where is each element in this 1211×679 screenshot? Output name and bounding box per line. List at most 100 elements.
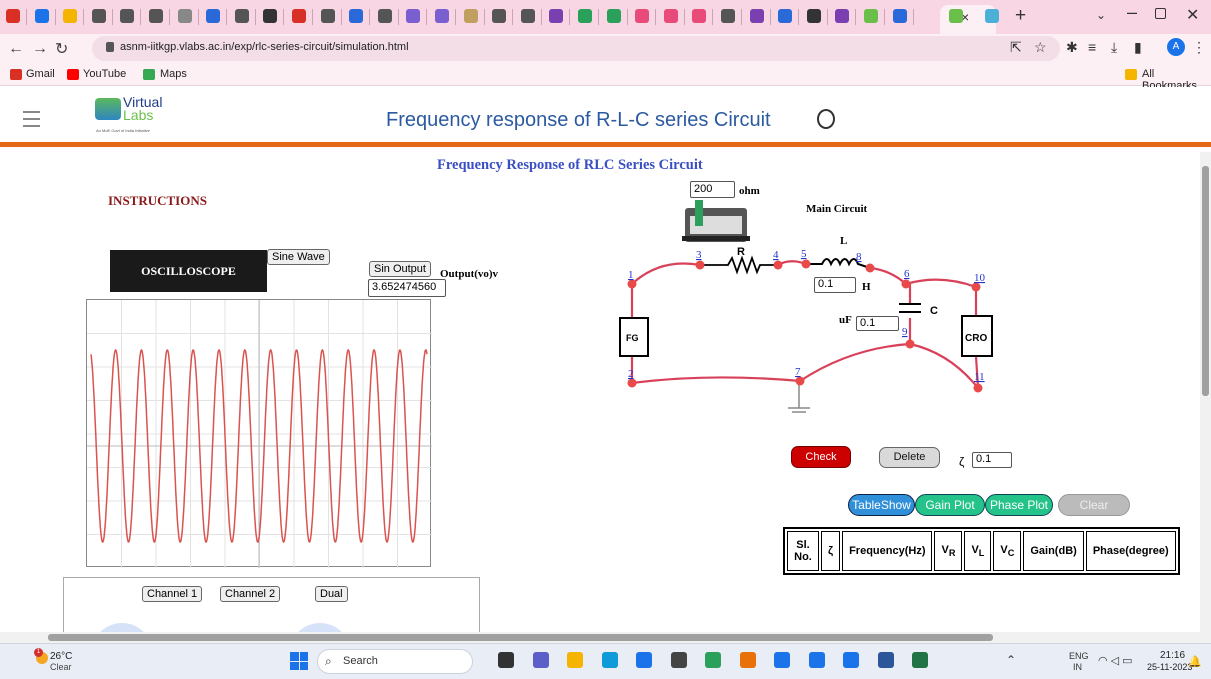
taskbar-app-icon[interactable]	[705, 652, 721, 668]
tab-favicon-icon[interactable]	[635, 9, 650, 23]
maximize-icon[interactable]	[1155, 8, 1166, 19]
sin-output-button[interactable]: Sin Output	[369, 261, 431, 277]
horizontal-scrollbar-thumb[interactable]	[48, 634, 993, 641]
weather-condition[interactable]: Clear	[50, 662, 72, 672]
language-region[interactable]: IN	[1073, 662, 1082, 672]
taskbar-app-icon[interactable]	[843, 652, 859, 668]
delete-button[interactable]: Delete	[879, 447, 940, 468]
taskbar-app-icon[interactable]	[601, 652, 618, 668]
tab-favicon-icon[interactable]	[806, 9, 821, 23]
taskbar-app-icon[interactable]	[670, 652, 687, 668]
extensions-icon[interactable]: ✱	[1066, 39, 1078, 56]
tab-favicon-icon[interactable]	[492, 9, 507, 23]
clock-date[interactable]: 25-11-2023	[1147, 662, 1192, 672]
tab-favicon-icon[interactable]	[892, 9, 907, 23]
tab-favicon-icon[interactable]	[985, 9, 999, 23]
taskbar-app-icon[interactable]	[774, 652, 790, 668]
tab-favicon-icon[interactable]	[6, 9, 20, 23]
taskbar-search[interactable]	[317, 649, 473, 674]
vlabs-logo-icon[interactable]	[95, 98, 121, 120]
clock-time[interactable]: 21:16	[1160, 650, 1185, 661]
tab-favicon-icon[interactable]	[377, 9, 392, 23]
clear-button[interactable]: Clear	[1058, 494, 1130, 516]
tab-favicon-icon[interactable]	[34, 9, 49, 23]
tab-favicon-icon[interactable]	[63, 9, 78, 23]
taskbar-app-icon[interactable]	[567, 652, 583, 668]
vertical-scrollbar-thumb[interactable]	[1202, 166, 1209, 396]
bookmark-gmail[interactable]: Gmail	[26, 68, 55, 80]
hamburger-menu-icon[interactable]	[23, 111, 40, 132]
tab-favicon-icon[interactable]	[91, 9, 106, 23]
network-volume-battery-icons[interactable]: ◠ ◁ ▭	[1098, 654, 1133, 667]
bookmark-star-icon[interactable]: ☆	[1034, 39, 1047, 56]
weather-temperature[interactable]: 26°C	[50, 651, 72, 662]
taskbar-app-icon[interactable]	[498, 652, 514, 668]
tab-favicon-icon[interactable]	[778, 9, 793, 23]
download-icon[interactable]: ⤓	[1111, 39, 1117, 56]
phase-plot-button[interactable]: Phase Plot	[985, 494, 1053, 516]
tab-favicon-icon[interactable]	[749, 9, 764, 23]
tab-favicon-icon[interactable]	[234, 9, 249, 23]
tab-favicon-icon[interactable]	[349, 9, 364, 23]
taskbar-app-icon[interactable]	[912, 652, 928, 668]
channel-1-button[interactable]: Channel 1	[142, 586, 203, 602]
tab-favicon-icon[interactable]	[520, 9, 535, 23]
tab-favicon-icon[interactable]	[149, 9, 163, 23]
check-button[interactable]: Check	[791, 446, 851, 468]
tab-favicon-icon[interactable]	[549, 9, 564, 23]
tab-favicon-icon[interactable]	[721, 9, 735, 23]
tab-favicon-icon[interactable]	[692, 9, 707, 23]
address-url[interactable]: asnm-iitkgp.vlabs.ac.in/exp/rlc-series-c…	[120, 41, 409, 53]
tab-favicon-icon[interactable]	[663, 9, 678, 23]
windows-start-icon[interactable]	[290, 652, 308, 670]
active-tab-favicon-icon[interactable]	[949, 9, 963, 23]
instructions-link[interactable]: INSTRUCTIONS	[108, 193, 207, 209]
profile-avatar[interactable]: A	[1167, 38, 1185, 56]
forward-icon[interactable]: →	[32, 40, 48, 58]
gain-plot-button[interactable]: Gain Plot	[915, 494, 985, 516]
output-value-field[interactable]: 3.652474560	[368, 279, 446, 297]
tab-favicon-icon[interactable]	[406, 9, 421, 23]
minimize-icon[interactable]: –	[1127, 2, 1137, 23]
tab-favicon-icon[interactable]	[177, 9, 192, 23]
tab-favicon-icon[interactable]	[835, 9, 850, 23]
bookmark-youtube[interactable]: YouTube	[83, 68, 126, 80]
tab-favicon-icon[interactable]	[606, 9, 621, 23]
taskbar-app-icon[interactable]	[808, 652, 825, 668]
tab-favicon-icon[interactable]	[263, 9, 278, 23]
share-icon[interactable]: ⇱	[1010, 39, 1022, 56]
reload-icon[interactable]: ↻	[55, 39, 68, 59]
zeta-input[interactable]: 0.1	[972, 452, 1012, 468]
tab-favicon-icon[interactable]	[320, 9, 335, 23]
channel-2-button[interactable]: Channel 2	[220, 586, 281, 602]
vlabs-logo[interactable]: Virtual Labs	[123, 95, 162, 122]
tab-favicon-icon[interactable]	[120, 9, 135, 23]
taskbar-app-icon[interactable]	[877, 652, 894, 668]
tab-favicon-icon[interactable]	[463, 9, 478, 23]
capacitance-input[interactable]: 0.1	[856, 316, 899, 331]
tab-favicon-icon[interactable]	[578, 9, 592, 23]
dual-button[interactable]: Dual	[315, 586, 348, 602]
reading-list-icon[interactable]: ≡	[1088, 39, 1096, 55]
taskbar-app-icon[interactable]	[739, 652, 756, 668]
sine-wave-button[interactable]: Sine Wave	[267, 249, 330, 265]
new-tab-button[interactable]: +	[1015, 5, 1026, 27]
bookmark-maps[interactable]: Maps	[160, 68, 187, 80]
tab-favicon-icon[interactable]	[864, 9, 878, 23]
tab-favicon-icon[interactable]	[292, 9, 306, 23]
side-panel-icon[interactable]: ▮	[1134, 39, 1142, 56]
tab-favicon-icon[interactable]	[206, 9, 221, 23]
tab-favicon-icon[interactable]	[435, 9, 449, 23]
inductance-input[interactable]: 0.1	[814, 277, 856, 293]
tab-search-chevron-icon[interactable]: ⌄	[1096, 8, 1106, 22]
lock-icon[interactable]	[106, 42, 114, 52]
notification-bell-icon[interactable]: 🔔	[1188, 655, 1202, 668]
menu-kebab-icon[interactable]: ⋮	[1192, 39, 1206, 56]
tray-overflow-icon[interactable]: ⌃	[1006, 653, 1016, 667]
resistance-input[interactable]: 200	[690, 181, 735, 198]
taskbar-app-icon[interactable]	[532, 652, 549, 668]
rheostat-icon[interactable]	[682, 200, 750, 242]
back-icon[interactable]: ←	[8, 40, 24, 58]
language-indicator[interactable]: ENG	[1069, 651, 1089, 661]
taskbar-search-placeholder[interactable]: Search	[343, 655, 378, 667]
